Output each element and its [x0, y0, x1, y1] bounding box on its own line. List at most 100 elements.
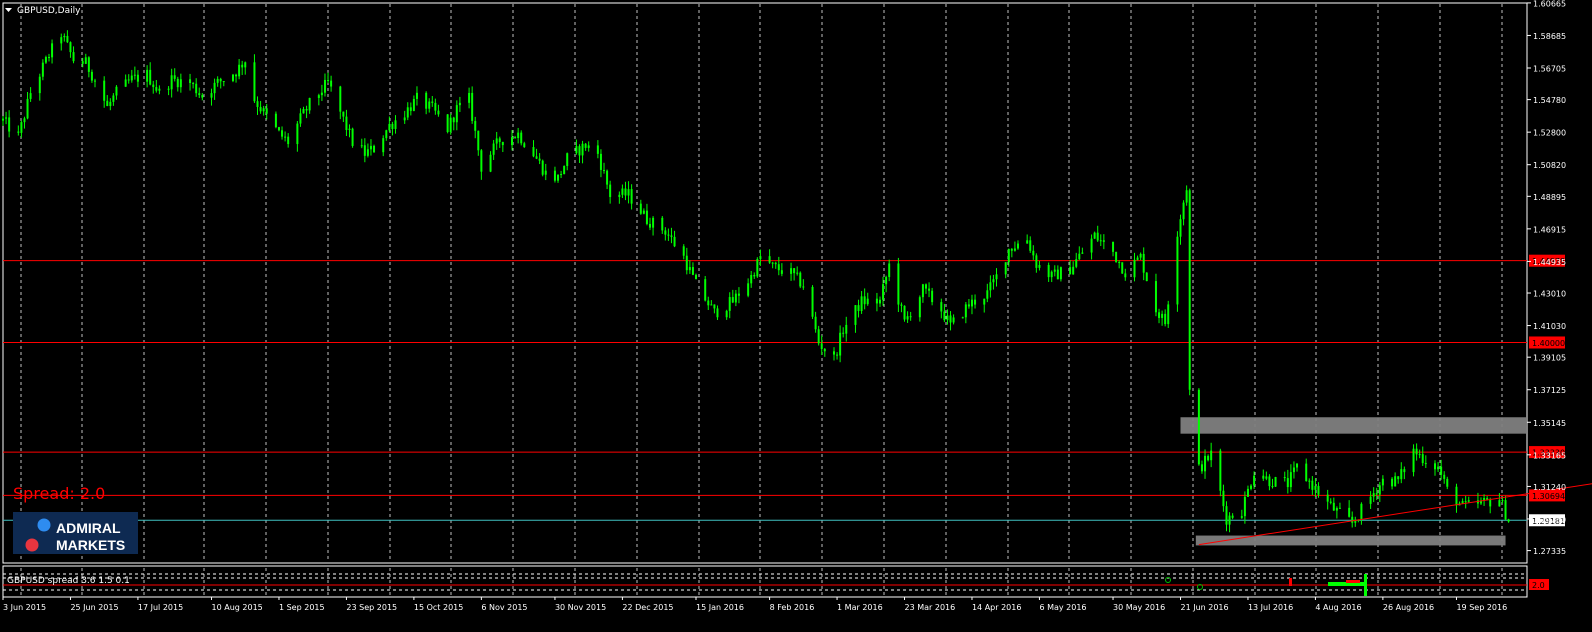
candle-body	[645, 210, 648, 224]
candle-body	[1032, 250, 1035, 256]
candle-body	[1099, 240, 1102, 242]
candle-body	[1446, 478, 1449, 487]
candle-body	[1197, 389, 1200, 465]
candle-body	[799, 272, 802, 287]
candle-body	[17, 131, 20, 133]
candle-body	[682, 246, 685, 256]
indicator-value-label: 2.0	[1532, 581, 1545, 590]
candle-body	[685, 255, 688, 271]
time-axis-label: 1 Mar 2016	[837, 603, 883, 612]
candle-body	[823, 348, 826, 352]
candle-body	[281, 130, 284, 137]
candle-body	[170, 75, 173, 90]
candle-body	[983, 298, 986, 305]
candle-body	[1440, 466, 1443, 475]
candle-body	[731, 297, 734, 303]
candle-body	[642, 210, 645, 214]
price-axis-label: 1.54780	[1533, 96, 1566, 105]
candle-body	[394, 120, 397, 129]
price-axis-label: 1.52800	[1533, 129, 1566, 138]
candle-body	[1243, 496, 1246, 517]
time-axis-label: 23 Sep 2015	[346, 603, 397, 612]
candle-body	[750, 275, 753, 284]
candle-body	[839, 332, 842, 356]
candle-body	[38, 76, 41, 94]
candle-body	[409, 107, 412, 111]
candle-body	[69, 42, 72, 53]
candle-body	[974, 299, 977, 305]
candle-body	[1317, 485, 1320, 495]
candle-body	[970, 299, 973, 307]
candle-body	[1026, 240, 1029, 244]
candle-body	[1090, 238, 1093, 253]
candle-body	[284, 136, 287, 138]
candle-body	[618, 194, 621, 198]
candle-body	[1397, 476, 1400, 480]
candle-body	[1164, 313, 1167, 325]
candle-body	[106, 100, 109, 107]
candle-body	[84, 57, 87, 64]
candle-body	[670, 235, 673, 237]
candle-body	[305, 109, 308, 111]
price-axis-label: 1.50820	[1533, 161, 1566, 170]
candle-body	[1050, 271, 1053, 278]
candle-body	[216, 78, 219, 83]
candle-body	[1139, 253, 1142, 258]
candle-body	[127, 79, 130, 81]
candle-body	[943, 311, 946, 321]
time-axis-label: 6 Nov 2015	[481, 603, 527, 612]
candle-body	[535, 156, 538, 159]
candle-body	[308, 97, 311, 111]
candle-body	[949, 315, 952, 323]
spread-label: Spread: 2.0	[13, 484, 105, 503]
candle-body	[1253, 475, 1256, 486]
candle-body	[514, 137, 517, 139]
candle-body	[87, 57, 90, 72]
candle-body	[1378, 485, 1381, 495]
candle-body	[1225, 506, 1228, 525]
candle-body	[201, 95, 204, 98]
candle-body	[1078, 253, 1081, 260]
candle-body	[1145, 272, 1148, 282]
candle-body	[1296, 463, 1299, 468]
candle-body	[1268, 476, 1271, 487]
candle-body	[1338, 507, 1341, 509]
candle-body	[348, 128, 351, 131]
candle-body	[734, 293, 737, 303]
price-axis-label: 1.31240	[1533, 483, 1566, 492]
price-zone-2[interactable]	[1195, 535, 1506, 546]
indicator-bar-red	[1346, 580, 1360, 583]
candle-body	[366, 149, 369, 156]
candle-body	[244, 62, 247, 68]
candle-body	[235, 74, 238, 77]
candle-body	[802, 286, 805, 288]
candle-body	[1308, 480, 1311, 482]
candle-body	[103, 80, 106, 101]
candle-body	[517, 132, 520, 139]
time-axis-label: 8 Feb 2016	[770, 603, 815, 612]
time-axis-label: 10 Aug 2015	[212, 603, 263, 612]
candle-body	[81, 61, 84, 64]
candle-body	[72, 52, 75, 62]
candle-body	[964, 304, 967, 318]
indicator-bar-green	[1364, 574, 1367, 596]
candle-body	[112, 95, 115, 102]
candle-body	[51, 43, 54, 58]
candle-body	[369, 145, 372, 150]
candle-body	[231, 74, 234, 82]
candle-body	[428, 101, 431, 109]
candle-body	[167, 88, 170, 90]
candle-body	[115, 86, 118, 96]
candle-body	[759, 256, 762, 260]
candle-body	[621, 188, 624, 195]
candle-body	[222, 81, 225, 83]
trading-chart-window[interactable]: 1.44978 1.40000 1.33330 1.30694 1.29181 1.606…	[0, 0, 1592, 628]
candle-body	[1118, 262, 1121, 264]
candle-body	[624, 188, 627, 196]
candle-body	[287, 136, 290, 145]
candle-body	[47, 57, 50, 59]
candle-body	[1228, 515, 1231, 525]
price-zone-1[interactable]	[1180, 417, 1527, 434]
candle-body	[495, 138, 498, 144]
candle-body	[630, 189, 633, 204]
